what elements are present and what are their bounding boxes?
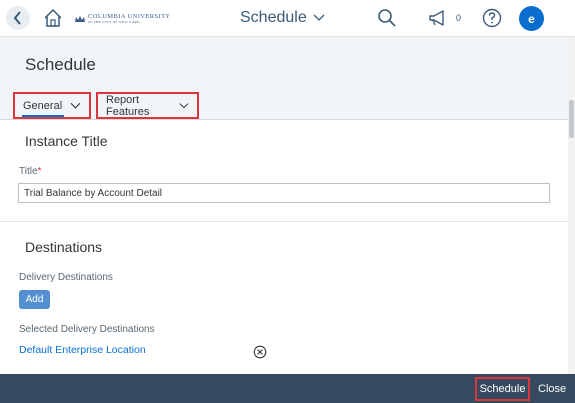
app-title-menu[interactable]: Schedule <box>240 9 325 27</box>
instance-title-heading: Instance Title <box>25 133 108 149</box>
schedule-button[interactable]: Schedule <box>475 377 530 401</box>
scrollbar-track <box>568 37 575 403</box>
tab-general-label: General <box>23 99 63 112</box>
back-button[interactable] <box>6 6 30 30</box>
tab-report-features-label: Report Features <box>106 93 150 118</box>
title-input[interactable]: Trial Balance by Account Detail <box>18 183 550 203</box>
tab-report-features[interactable]: Report Features <box>96 92 199 119</box>
notification-count: 0 <box>456 13 462 23</box>
destinations-heading: Destinations <box>25 239 103 255</box>
page-header: Schedule General Report Features <box>0 37 568 120</box>
help-icon[interactable] <box>482 8 502 28</box>
delivery-destinations-label: Delivery Destinations <box>19 272 113 283</box>
megaphone-icon[interactable] <box>428 8 448 28</box>
home-button[interactable] <box>42 7 64 29</box>
title-label-text: Title <box>19 166 38 177</box>
chevron-down-icon <box>313 14 325 21</box>
shell-header: COLUMBIA UNIVERSITY IN THE CITY OF NEW Y… <box>0 0 575 37</box>
crown-icon <box>75 16 85 22</box>
destination-link[interactable]: Default Enterprise Location <box>19 344 146 356</box>
back-icon <box>13 11 21 25</box>
add-destination-button[interactable]: Add <box>19 290 50 309</box>
remove-circle-icon[interactable] <box>253 345 267 359</box>
selected-destinations-label: Selected Delivery Destinations <box>19 324 155 335</box>
chevron-down-icon <box>70 102 81 109</box>
search-icon[interactable] <box>377 8 397 28</box>
title-label: Title* <box>19 166 41 177</box>
avatar[interactable]: e <box>519 6 544 31</box>
scrollbar-thumb[interactable] <box>569 100 574 138</box>
logo-line2: IN THE CITY OF NEW YORK <box>88 20 140 24</box>
chevron-down-icon <box>179 102 189 108</box>
university-logo: COLUMBIA UNIVERSITY IN THE CITY OF NEW Y… <box>75 11 171 27</box>
close-button[interactable]: Close <box>538 383 566 395</box>
home-icon <box>44 8 62 27</box>
section-divider <box>0 221 568 222</box>
page-title: Schedule <box>25 55 96 74</box>
selected-tab-indicator <box>22 115 64 117</box>
required-marker: * <box>37 166 42 177</box>
app-title: Schedule <box>240 9 307 26</box>
